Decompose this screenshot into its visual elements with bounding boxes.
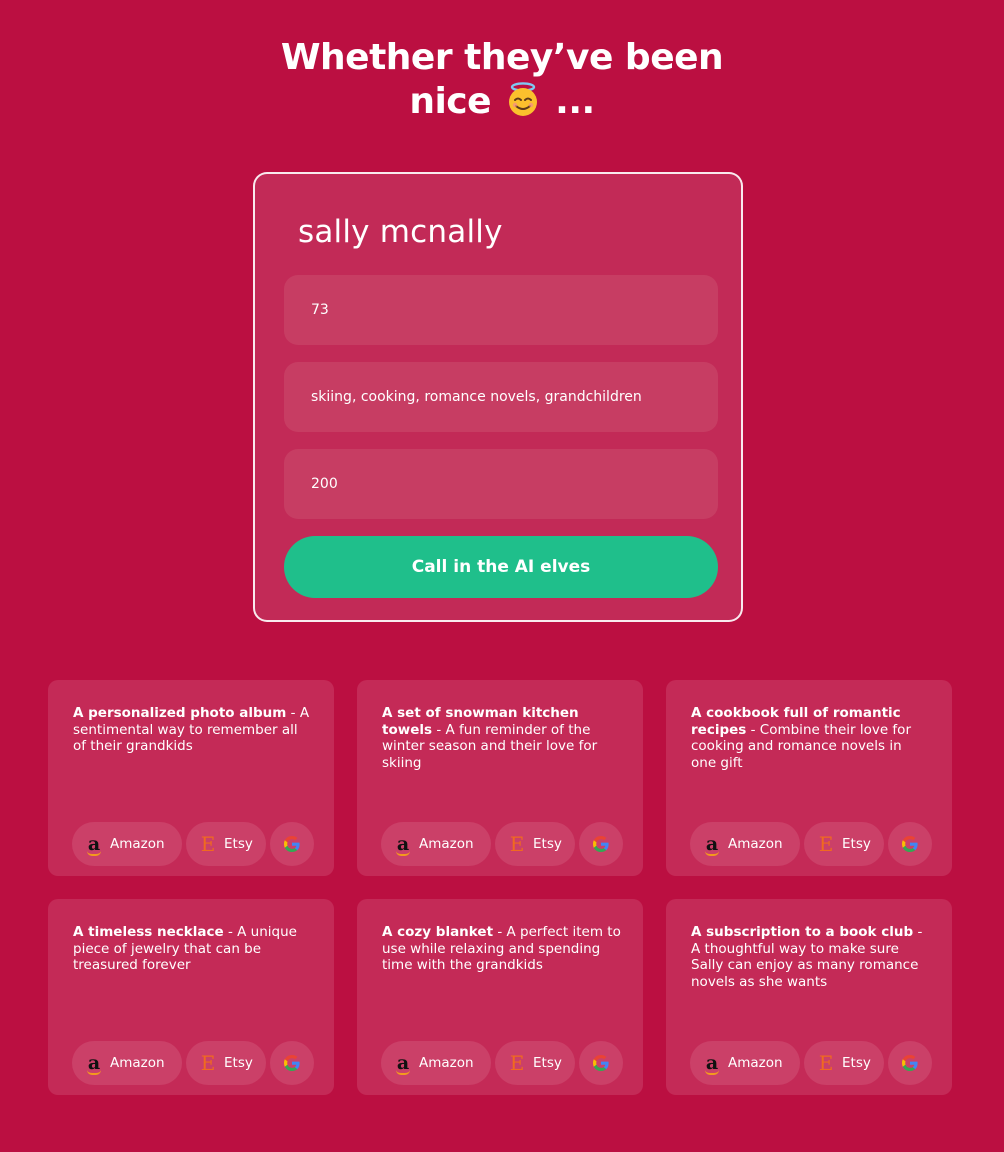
google-search-button[interactable] [888, 822, 932, 866]
google-icon [282, 822, 302, 866]
gift-idea-card: A set of snowman kitchen towels - A fun … [357, 680, 643, 876]
hero-line-2-start: nice [409, 81, 492, 122]
gift-idea-card: A personalized photo album - A sentiment… [48, 680, 334, 876]
etsy-label: Etsy [224, 836, 253, 852]
age-input[interactable]: 73 [284, 275, 718, 345]
amazon-label: Amazon [728, 1055, 783, 1071]
amazon-label: Amazon [419, 1055, 474, 1071]
amazon-label: Amazon [728, 836, 783, 852]
name-input[interactable]: sally mcnally [298, 210, 678, 254]
amazon-label: Amazon [110, 836, 165, 852]
etsy-icon: E [200, 832, 216, 856]
smiling-face-with-halo-icon [505, 81, 541, 117]
gift-idea-text: A timeless necklace - A unique piece of … [73, 924, 313, 974]
google-icon [900, 1041, 920, 1085]
etsy-icon: E [509, 1051, 525, 1075]
etsy-label: Etsy [533, 836, 562, 852]
etsy-button[interactable]: E Etsy [495, 1041, 575, 1085]
etsy-button[interactable]: E Etsy [186, 1041, 266, 1085]
gift-idea-text: A personalized photo album - A sentiment… [73, 705, 313, 755]
gift-idea-separator: - [913, 924, 923, 940]
etsy-button[interactable]: E Etsy [186, 822, 266, 866]
amazon-label: Amazon [110, 1055, 165, 1071]
etsy-icon: E [818, 832, 834, 856]
amazon-button[interactable]: a Amazon [381, 1041, 491, 1085]
google-search-button[interactable] [579, 1041, 623, 1085]
google-search-button[interactable] [888, 1041, 932, 1085]
etsy-label: Etsy [842, 836, 871, 852]
amazon-button[interactable]: a Amazon [72, 822, 182, 866]
amazon-button[interactable]: a Amazon [690, 1041, 800, 1085]
gift-idea-separator: - [432, 721, 446, 738]
amazon-button[interactable]: a Amazon [381, 822, 491, 866]
gift-form-card: sally mcnally 73 skiing, cooking, romanc… [253, 172, 743, 622]
hero-line-2: nice ... [0, 80, 1004, 124]
etsy-button[interactable]: E Etsy [804, 1041, 884, 1085]
google-search-button[interactable] [270, 822, 314, 866]
etsy-icon: E [509, 832, 525, 856]
etsy-icon: E [200, 1051, 216, 1075]
gift-idea-text: A cookbook full of romantic recipes - Co… [691, 705, 931, 771]
amazon-icon: a [396, 1052, 410, 1075]
gift-idea-card: A timeless necklace - A unique piece of … [48, 899, 334, 1095]
amazon-icon: a [87, 1052, 101, 1075]
gift-idea-card: A cozy blanket - A perfect item to use w… [357, 899, 643, 1095]
amazon-button[interactable]: a Amazon [690, 822, 800, 866]
gift-idea-text: A set of snowman kitchen towels - A fun … [382, 705, 622, 771]
hero-line-2-end: ... [555, 81, 595, 122]
amazon-button[interactable]: a Amazon [72, 1041, 182, 1085]
google-icon [591, 1041, 611, 1085]
gift-idea-title: A timeless necklace [73, 924, 224, 940]
gift-idea-description: A thoughtful way to make sure Sally can … [691, 940, 919, 990]
gift-idea-separator: - [286, 705, 300, 721]
google-icon [591, 822, 611, 866]
google-search-button[interactable] [579, 822, 623, 866]
amazon-label: Amazon [419, 836, 474, 852]
gift-idea-text: A cozy blanket - A perfect item to use w… [382, 924, 622, 974]
hero-heading: Whether they’ve been nice ... [0, 36, 1004, 124]
amazon-icon: a [87, 833, 101, 856]
gift-idea-title: A cozy blanket [382, 924, 494, 940]
etsy-label: Etsy [842, 1055, 871, 1071]
call-ai-elves-button[interactable]: Call in the AI elves [284, 536, 718, 598]
gift-idea-separator: - [746, 721, 760, 738]
gift-idea-card: A subscription to a book club - A though… [666, 899, 952, 1095]
google-icon [900, 822, 920, 866]
etsy-label: Etsy [224, 1055, 253, 1071]
gift-idea-separator: - [223, 924, 238, 940]
google-icon [282, 1041, 302, 1085]
gift-idea-title: A personalized photo album [73, 705, 287, 721]
amazon-icon: a [705, 1052, 719, 1075]
interests-input[interactable]: skiing, cooking, romance novels, grandch… [284, 362, 718, 432]
etsy-button[interactable]: E Etsy [804, 822, 884, 866]
google-search-button[interactable] [270, 1041, 314, 1085]
etsy-label: Etsy [533, 1055, 562, 1071]
gift-idea-title: A subscription to a book club [691, 924, 914, 940]
hero-line-1: Whether they’ve been [280, 37, 724, 78]
etsy-icon: E [818, 1051, 834, 1075]
gift-idea-card: A cookbook full of romantic recipes - Co… [666, 680, 952, 876]
etsy-button[interactable]: E Etsy [495, 822, 575, 866]
budget-input[interactable]: 200 [284, 449, 718, 519]
amazon-icon: a [705, 833, 719, 856]
amazon-icon: a [396, 833, 410, 856]
gift-idea-separator: - [493, 924, 507, 940]
gift-idea-text: A subscription to a book club - A though… [691, 924, 931, 990]
